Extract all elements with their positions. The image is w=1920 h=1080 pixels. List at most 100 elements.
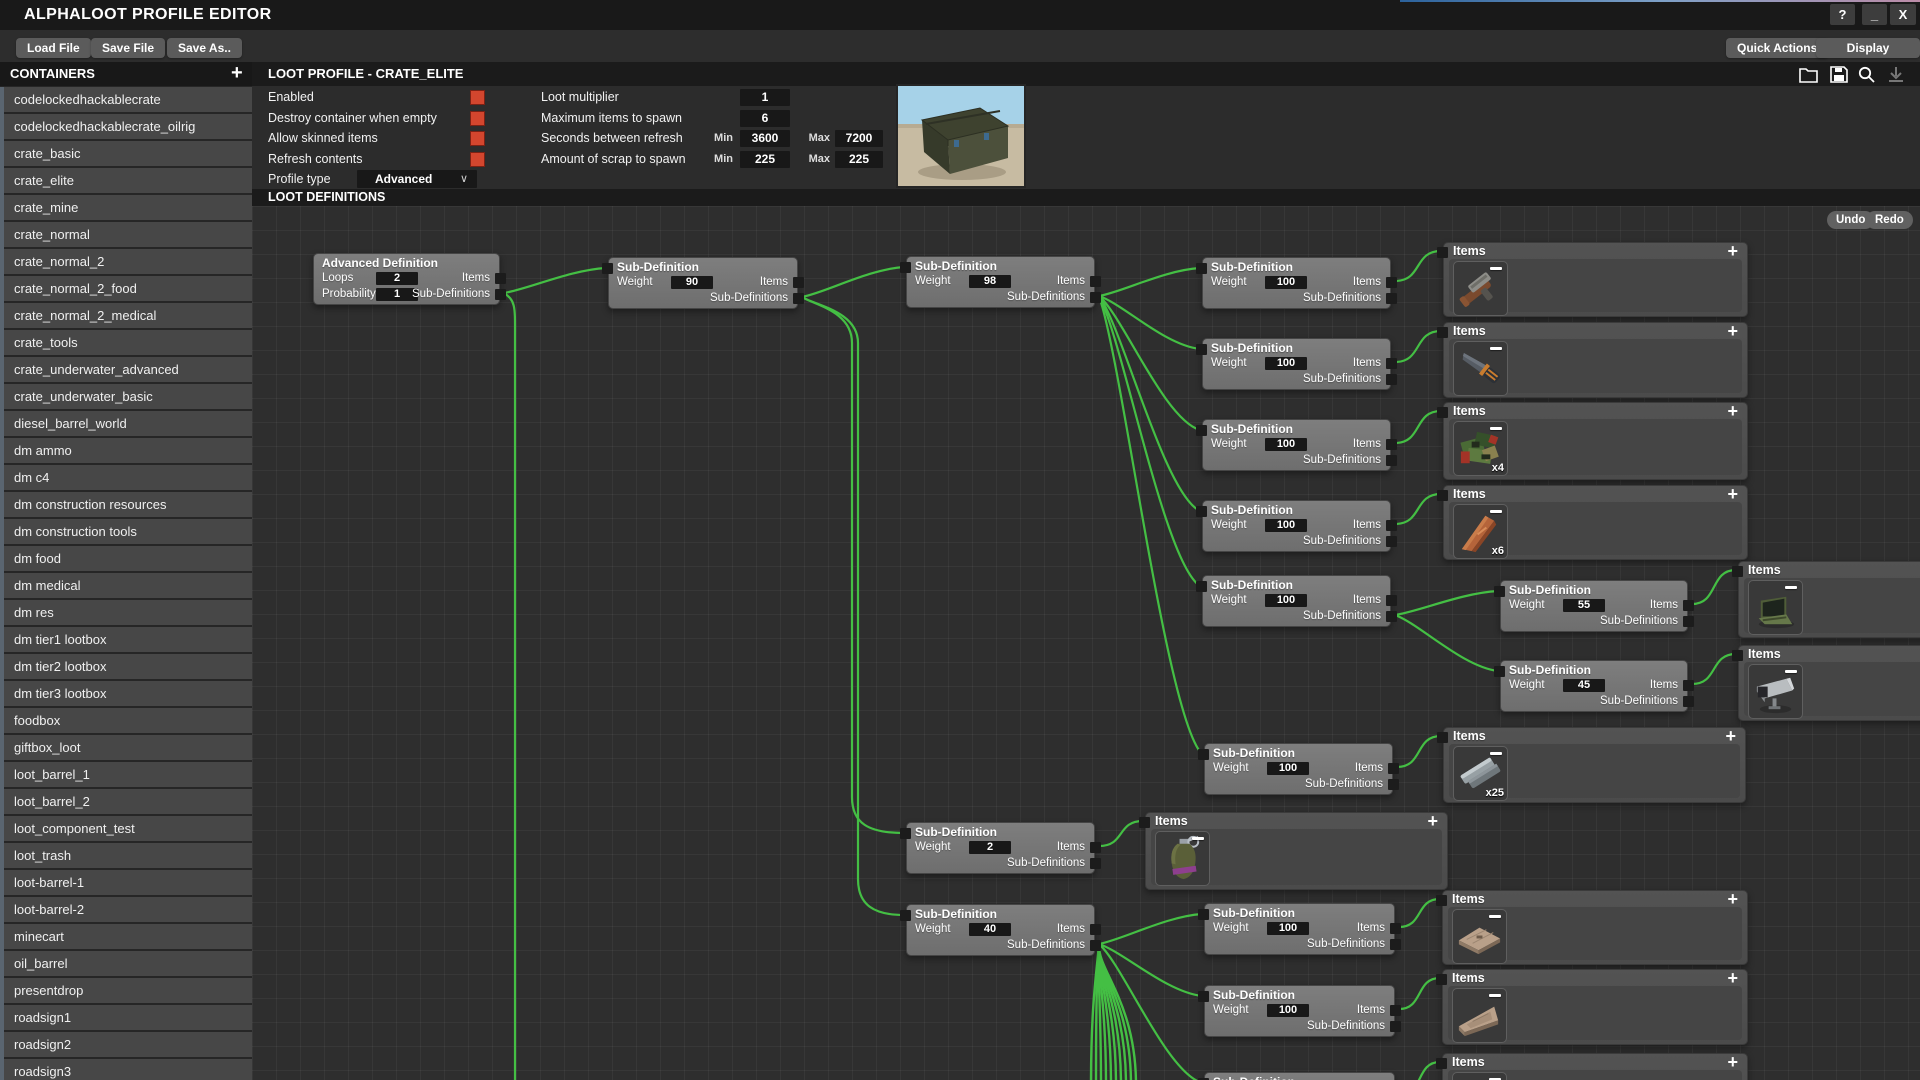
weight-input[interactable]: 100 bbox=[1265, 594, 1307, 607]
add-item-button[interactable]: + bbox=[1727, 322, 1738, 340]
item-slot-leather[interactable]: x6 bbox=[1453, 504, 1508, 559]
loops-input[interactable]: 2 bbox=[376, 272, 418, 285]
add-item-button[interactable]: + bbox=[1727, 485, 1738, 503]
sub-definitions-output-port[interactable] bbox=[793, 293, 804, 304]
sub-definitions-output-port[interactable] bbox=[1386, 455, 1397, 466]
load-file-button[interactable]: Load File bbox=[16, 38, 91, 58]
save-disk-icon[interactable] bbox=[1828, 65, 1850, 84]
container-list-item[interactable]: diesel_barrel_world bbox=[4, 411, 252, 436]
panel-input-port[interactable] bbox=[1437, 490, 1448, 501]
panel-input-port[interactable] bbox=[1139, 817, 1150, 828]
node-input-port[interactable] bbox=[1196, 581, 1207, 592]
sub-definitions-output-port[interactable] bbox=[1386, 536, 1397, 547]
node-input-port[interactable] bbox=[1198, 749, 1209, 760]
item-slot-pistol[interactable] bbox=[1453, 261, 1508, 316]
items-output-port[interactable] bbox=[1386, 277, 1397, 288]
container-list-item[interactable]: loot-barrel-1 bbox=[4, 870, 252, 895]
sub-definitions-output-port[interactable] bbox=[1386, 293, 1397, 304]
node-sub-definition[interactable]: Sub-Definition Weight 100 Items Sub-Definiti… bbox=[1196, 338, 1397, 390]
sub-definitions-output-port[interactable] bbox=[1683, 616, 1694, 627]
container-list-item[interactable]: dm ammo bbox=[4, 438, 252, 463]
item-slot-cctv-camera[interactable] bbox=[1748, 664, 1803, 719]
weight-input[interactable]: 100 bbox=[1265, 519, 1307, 532]
node-input-port[interactable] bbox=[1198, 909, 1209, 920]
container-list-item[interactable]: dm res bbox=[4, 600, 252, 625]
item-slot-combat-knife[interactable] bbox=[1453, 341, 1508, 396]
profile-type-dropdown[interactable]: Advanced ∨ bbox=[357, 170, 477, 188]
max-input[interactable]: 7200 bbox=[835, 130, 883, 147]
sub-definitions-output-port[interactable] bbox=[1090, 858, 1101, 869]
container-list-item[interactable]: crate_elite bbox=[4, 168, 252, 193]
items-output-port[interactable] bbox=[1683, 600, 1694, 611]
panel-input-port[interactable] bbox=[1437, 327, 1448, 338]
container-list-item[interactable]: codelockedhackablecrate_oilrig bbox=[4, 114, 252, 139]
sub-definitions-output-port[interactable] bbox=[1386, 611, 1397, 622]
weight-input[interactable]: 40 bbox=[969, 923, 1011, 936]
node-sub-definition[interactable]: Sub-Definition Weight 100 Items Sub-Definiti… bbox=[1198, 985, 1401, 1037]
node-sub-definition[interactable]: Sub-Definition Weight 100 Items Sub-Definiti… bbox=[1198, 903, 1401, 955]
node-input-port[interactable] bbox=[900, 910, 911, 921]
container-list-item[interactable]: crate_underwater_advanced bbox=[4, 357, 252, 382]
panel-input-port[interactable] bbox=[1436, 974, 1447, 985]
weight-input[interactable]: 98 bbox=[969, 275, 1011, 288]
container-list-item[interactable]: oil_barrel bbox=[4, 951, 252, 976]
red-checkbox[interactable] bbox=[470, 111, 485, 126]
node-sub-definition[interactable]: Sub-Definition Weight 98 Items Sub-Definitio… bbox=[900, 256, 1101, 308]
node-sub-definition[interactable]: Sub-Definition Weight 90 Items Sub-Definitio… bbox=[602, 257, 804, 309]
items-output-port[interactable] bbox=[495, 273, 506, 284]
quick-actions-button[interactable]: Quick Actions bbox=[1726, 38, 1829, 58]
container-list-item[interactable]: roadsign1 bbox=[4, 1005, 252, 1030]
panel-input-port[interactable] bbox=[1436, 1058, 1447, 1069]
container-list-item[interactable]: minecart bbox=[4, 924, 252, 949]
container-list-item[interactable]: roadsign2 bbox=[4, 1032, 252, 1057]
container-list-item[interactable]: dm construction resources bbox=[4, 492, 252, 517]
container-list-item[interactable]: crate_normal_2_medical bbox=[4, 303, 252, 328]
items-output-port[interactable] bbox=[1390, 923, 1401, 934]
sub-definitions-output-port[interactable] bbox=[1388, 779, 1399, 790]
items-output-port[interactable] bbox=[1386, 439, 1397, 450]
node-sub-definition[interactable]: Sub-Definition Weight 100 Items Sub-Definiti… bbox=[1196, 575, 1397, 627]
weight-input[interactable]: 100 bbox=[1267, 922, 1309, 935]
items-output-port[interactable] bbox=[1386, 358, 1397, 369]
items-output-port[interactable] bbox=[1386, 595, 1397, 606]
container-list-item[interactable]: dm tier1 lootbox bbox=[4, 627, 252, 652]
save-file-button[interactable]: Save File bbox=[91, 38, 166, 58]
loot-definitions-canvas[interactable]: Undo Redo Advanced Definition Loops 2 Items… bbox=[252, 206, 1920, 1080]
red-checkbox[interactable] bbox=[470, 131, 485, 146]
value-input[interactable]: 1 bbox=[740, 89, 790, 106]
weight-input[interactable]: 90 bbox=[671, 276, 713, 289]
node-input-port[interactable] bbox=[1196, 344, 1207, 355]
items-output-port[interactable] bbox=[1090, 924, 1101, 935]
sub-definitions-output-port[interactable] bbox=[495, 289, 506, 300]
remove-item-icon[interactable] bbox=[1490, 510, 1502, 513]
add-item-button[interactable]: + bbox=[1427, 812, 1438, 830]
save-as-button[interactable]: Save As.. bbox=[167, 38, 242, 58]
sub-definitions-output-port[interactable] bbox=[1090, 292, 1101, 303]
node-sub-definition[interactable]: Sub-Definition Weight 2 Items Sub-Definition… bbox=[900, 822, 1101, 874]
remove-item-icon[interactable] bbox=[1489, 994, 1501, 997]
container-list-item[interactable]: codelockedhackablecrate bbox=[4, 87, 252, 112]
container-list-item[interactable]: dm c4 bbox=[4, 465, 252, 490]
node-sub-definition[interactable]: Sub-Definition Weight 55 Items Sub-Definitio… bbox=[1494, 580, 1694, 632]
containers-scrollbar[interactable] bbox=[0, 87, 4, 1080]
container-list-item[interactable]: roadsign3 bbox=[4, 1059, 252, 1080]
add-item-button[interactable]: + bbox=[1727, 890, 1738, 908]
items-output-port[interactable] bbox=[1090, 276, 1101, 287]
items-output-port[interactable] bbox=[793, 277, 804, 288]
container-list-item[interactable]: foodbox bbox=[4, 708, 252, 733]
weight-input[interactable]: 100 bbox=[1265, 357, 1307, 370]
container-list-item[interactable]: loot_component_test bbox=[4, 816, 252, 841]
add-item-button[interactable]: + bbox=[1725, 727, 1736, 745]
redo-button[interactable]: Redo bbox=[1866, 211, 1913, 229]
items-output-port[interactable] bbox=[1090, 842, 1101, 853]
item-slot-metal-pipe[interactable]: x25 bbox=[1453, 746, 1508, 801]
container-list-item[interactable]: presentdrop bbox=[4, 978, 252, 1003]
sub-definitions-output-port[interactable] bbox=[1090, 940, 1101, 951]
max-input[interactable]: 225 bbox=[835, 151, 883, 168]
node-input-port[interactable] bbox=[602, 263, 613, 274]
container-list-item[interactable]: crate_normal_2 bbox=[4, 249, 252, 274]
node-sub-definition[interactable]: Sub-Definition Weight 100 Items Sub-Definiti… bbox=[1196, 257, 1397, 309]
panel-input-port[interactable] bbox=[1437, 407, 1448, 418]
add-item-button[interactable]: + bbox=[1727, 402, 1738, 420]
add-item-button[interactable]: + bbox=[1727, 969, 1738, 987]
